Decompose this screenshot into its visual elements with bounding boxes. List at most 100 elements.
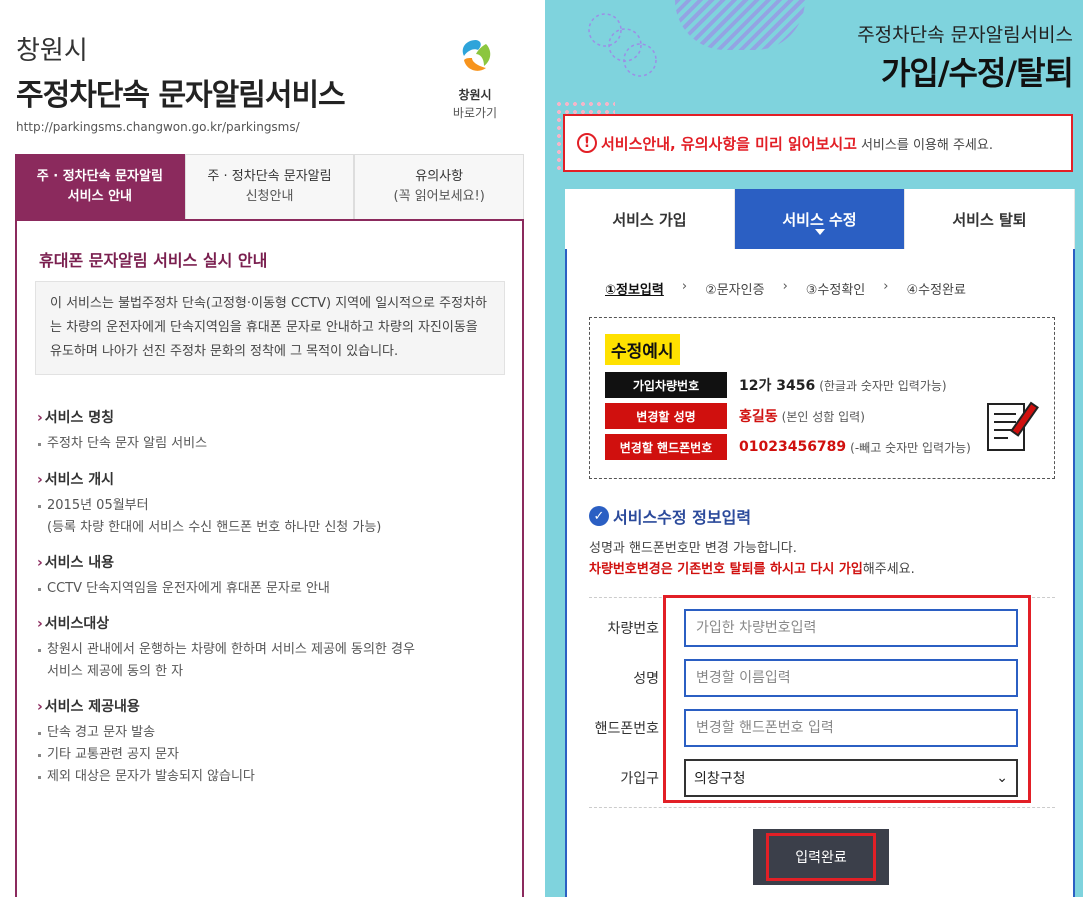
form-note-warning: 차량번호변경은 기존번호 탈퇴를 하시고 다시 가입해주세요. bbox=[589, 558, 915, 577]
step-separator-icon: › bbox=[681, 279, 688, 294]
decorative-stripes bbox=[675, 0, 805, 50]
service-title: 가입/수정/탈퇴 bbox=[880, 54, 1074, 92]
chevron-right-icon: › bbox=[37, 472, 43, 488]
info-item: 주정차 단속 문자 알림 서비스 bbox=[37, 433, 207, 455]
example-label: 변경할 성명 bbox=[605, 403, 727, 429]
logo-shortcut-link[interactable]: 바로가기 bbox=[440, 104, 510, 121]
tab-line2: (꼭 읽어보세요!) bbox=[393, 189, 485, 204]
section-heading: 휴대폰 문자알림 서비스 실시 안내 bbox=[39, 251, 268, 270]
tab-service-withdraw[interactable]: 서비스 탈퇴 bbox=[905, 189, 1075, 249]
example-value: 12가 3456 bbox=[739, 378, 816, 394]
decorative-circles bbox=[588, 13, 657, 77]
step-separator-icon: › bbox=[782, 279, 788, 294]
example-row: 변경할 핸드폰번호 01023456789 (-빼고 숫자만 입력가능) bbox=[605, 434, 971, 460]
info-section-title: › 서비스 개시 bbox=[37, 469, 381, 489]
notice-strong-text: 서비스안내, 유의사항을 미리 읽어보시고 bbox=[601, 134, 857, 153]
warning-icon: ! bbox=[577, 133, 597, 153]
form-heading: ✓ 서비스수정 정보입력 bbox=[589, 504, 751, 528]
section-title-text: 서비스대상 bbox=[44, 616, 110, 632]
form-note-rest: 해주세요. bbox=[862, 562, 915, 577]
field-label: 성명 bbox=[633, 671, 659, 687]
chevron-right-icon: › bbox=[37, 616, 43, 632]
example-value: 01023456789 bbox=[739, 439, 847, 455]
city-name: 창원시 bbox=[16, 36, 88, 66]
tab-line2: 신청안내 bbox=[245, 189, 294, 204]
example-note: (한글과 숫자만 입력가능) bbox=[819, 378, 947, 393]
service-tabs: 서비스 가입 서비스 수정 서비스 탈퇴 bbox=[565, 189, 1075, 249]
step-indicator: ①정보입력 › ②문자인증 › ③수정확인 › ④수정완료 bbox=[605, 279, 966, 298]
info-section: › 서비스 명칭 주정차 단속 문자 알림 서비스 bbox=[37, 407, 207, 455]
field-label: 가입구 bbox=[620, 771, 659, 787]
intro-text: 이 서비스는 불법주정차 단속(고정형·이동형 CCTV) 지역에 일시적으로 … bbox=[35, 281, 505, 375]
tab-line2: 서비스 안내 bbox=[67, 189, 132, 204]
submit-wrapper: 입력완료 bbox=[753, 829, 889, 885]
modify-form-box: ①정보입력 › ②문자인증 › ③수정확인 › ④수정완료 수정예시 가입차량번… bbox=[565, 249, 1075, 897]
service-info-box: 휴대폰 문자알림 서비스 실시 안내 이 서비스는 불법주정차 단속(고정형·이… bbox=[15, 219, 524, 897]
example-value: 홍길동 bbox=[739, 409, 778, 425]
tab-precautions[interactable]: 유의사항 (꼭 읽어보세요!) bbox=[354, 154, 525, 220]
section-title-text: 서비스 명칭 bbox=[44, 410, 115, 426]
step-2: ②문자인증 bbox=[705, 283, 765, 298]
left-tabs: 주 · 정차단속 문자알림 서비스 안내 주 · 정차단속 문자알림 신청안내 … bbox=[15, 154, 525, 220]
field-label: 핸드폰번호 bbox=[594, 721, 659, 737]
submit-button[interactable]: 입력완료 bbox=[766, 833, 876, 881]
tab-line1: 주 · 정차단속 문자알림 bbox=[207, 169, 332, 184]
step-4: ④수정완료 bbox=[906, 283, 966, 298]
left-panel: 창원시 주정차단속 문자알림서비스 http://parkingsms.chan… bbox=[0, 0, 545, 897]
divider bbox=[589, 807, 1055, 808]
info-section: › 서비스 내용 CCTV 단속지역임을 운전자에게 휴대폰 문자로 안내 bbox=[37, 552, 330, 600]
info-section-title: › 서비스 제공내용 bbox=[37, 696, 255, 716]
example-row: 변경할 성명 홍길동 (본인 성함 입력) bbox=[605, 403, 865, 429]
example-title: 수정예시 bbox=[605, 334, 680, 365]
example-note: (-빼고 숫자만 입력가능) bbox=[850, 440, 971, 455]
highlight-frame bbox=[663, 595, 1031, 803]
example-label: 가입차량번호 bbox=[605, 372, 727, 398]
info-item: (등록 차량 한대에 서비스 수신 핸드폰 번호 하나만 신청 가능) bbox=[47, 520, 382, 535]
step-separator-icon: › bbox=[883, 279, 889, 294]
info-section-title: › 서비스 내용 bbox=[37, 552, 330, 572]
changwon-logo-icon[interactable] bbox=[456, 36, 496, 76]
info-item: 서비스 제공에 동의 한 자 bbox=[47, 664, 184, 679]
tab-service-guide[interactable]: 주 · 정차단속 문자알림 서비스 안내 bbox=[15, 154, 185, 220]
example-row: 가입차량번호 12가 3456 (한글과 숫자만 입력가능) bbox=[605, 372, 947, 398]
notice-rest-text: 서비스를 이용해 주세요. bbox=[860, 137, 993, 153]
service-subtitle: 주정차단속 문자알림서비스 bbox=[857, 24, 1073, 46]
info-section: › 서비스대상 창원시 관내에서 운행하는 차량에 한하며 서비스 제공에 동의한… bbox=[37, 613, 415, 683]
modify-example-box: 수정예시 가입차량번호 12가 3456 (한글과 숫자만 입력가능) 변경할 … bbox=[589, 317, 1055, 479]
document-pencil-icon bbox=[987, 401, 1039, 451]
section-title-text: 서비스 내용 bbox=[44, 555, 115, 571]
info-item: 단속 경고 문자 발송 bbox=[37, 722, 255, 744]
info-item: CCTV 단속지역임을 운전자에게 휴대폰 문자로 안내 bbox=[37, 578, 330, 600]
info-section: › 서비스 제공내용 단속 경고 문자 발송 기타 교통관련 공지 문자 제외 대… bbox=[37, 696, 255, 788]
chevron-right-icon: › bbox=[37, 699, 43, 715]
form-heading-text: 서비스수정 정보입력 bbox=[613, 508, 752, 527]
info-section-title: › 서비스대상 bbox=[37, 613, 415, 633]
info-item: 2015년 05월부터 bbox=[37, 495, 381, 517]
notice-banner: ! 서비스안내, 유의사항을 미리 읽어보시고 서비스를 이용해 주세요. bbox=[563, 114, 1073, 172]
tab-service-modify[interactable]: 서비스 수정 bbox=[735, 189, 905, 249]
info-section: › 서비스 개시 2015년 05월부터 (등록 차량 한대에 서비스 수신 핸드… bbox=[37, 469, 381, 539]
tab-application-guide[interactable]: 주 · 정차단속 문자알림 신청안내 bbox=[184, 154, 355, 220]
tab-line1: 유의사항 bbox=[415, 169, 464, 184]
page-title: 주정차단속 문자알림서비스 bbox=[16, 78, 346, 113]
section-title-text: 서비스 개시 bbox=[44, 472, 115, 488]
field-label: 차량번호 bbox=[607, 621, 659, 637]
example-label: 변경할 핸드폰번호 bbox=[605, 434, 727, 460]
chevron-right-icon: › bbox=[37, 555, 43, 571]
info-item: 창원시 관내에서 운행하는 차량에 한하며 서비스 제공에 동의한 경우 bbox=[37, 639, 415, 661]
right-panel: 주정차단속 문자알림서비스 가입/수정/탈퇴 ! 서비스안내, 유의사항을 미리… bbox=[545, 0, 1083, 897]
form-note-red: 차량번호변경은 기존번호 탈퇴를 하시고 다시 가입 bbox=[589, 562, 863, 577]
info-section-title: › 서비스 명칭 bbox=[37, 407, 207, 427]
logo-label[interactable]: 창원시 bbox=[440, 86, 510, 103]
example-note: (본인 성함 입력) bbox=[781, 409, 865, 424]
tab-service-join[interactable]: 서비스 가입 bbox=[565, 189, 735, 249]
step-3: ③수정확인 bbox=[805, 283, 866, 298]
form-note: 성명과 핸드폰번호만 변경 가능합니다. bbox=[589, 541, 797, 556]
tab-line1: 주 · 정차단속 문자알림 bbox=[36, 169, 163, 184]
check-icon: ✓ bbox=[589, 506, 609, 526]
info-item: 기타 교통관련 공지 문자 bbox=[37, 744, 255, 766]
chevron-right-icon: › bbox=[37, 410, 43, 426]
section-title-text: 서비스 제공내용 bbox=[44, 699, 140, 715]
info-item: 제외 대상은 문자가 발송되지 않습니다 bbox=[37, 766, 255, 788]
site-url: http://parkingsms.changwon.go.kr/parking… bbox=[16, 120, 300, 134]
